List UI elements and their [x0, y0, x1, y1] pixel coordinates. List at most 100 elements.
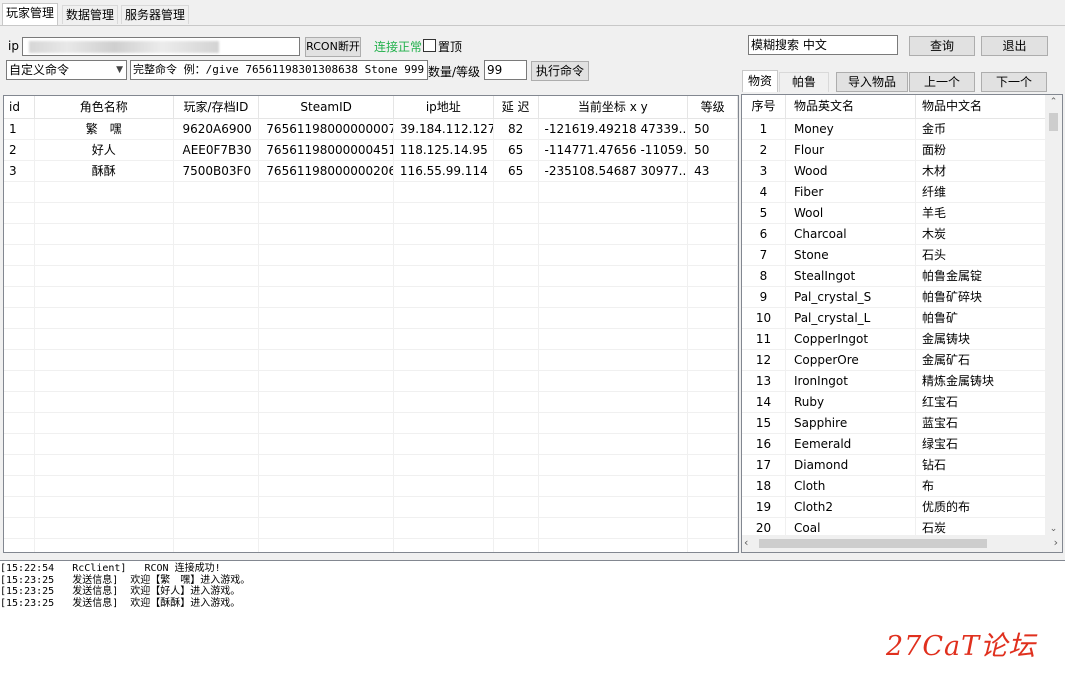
table-cell	[4, 392, 35, 412]
empty-table-row	[4, 413, 738, 434]
execute-command-button[interactable]: 执行命令	[531, 61, 589, 81]
list-item[interactable]: 11 CopperIngot 金属铸块	[742, 329, 1062, 350]
list-item[interactable]: 17 Diamond 钻石	[742, 455, 1062, 476]
scroll-down-icon[interactable]: ⌄	[1045, 522, 1062, 536]
table-cell: 3	[742, 161, 786, 181]
list-item[interactable]: 18 Cloth 布	[742, 476, 1062, 497]
empty-table-row	[4, 287, 738, 308]
col-header-index[interactable]: 序号	[742, 95, 786, 118]
quantity-level-input[interactable]: 99	[484, 60, 527, 80]
empty-table-row	[4, 329, 738, 350]
list-item[interactable]: 6 Charcoal 木炭	[742, 224, 1062, 245]
table-cell	[494, 413, 539, 433]
item-table[interactable]: 序号 物品英文名 物品中文名 1 Money 金币 2 Flour 面粉 3 Wood 木材 4 F…	[741, 94, 1063, 553]
table-cell	[4, 329, 35, 349]
table-cell	[688, 350, 738, 370]
table-cell	[259, 413, 394, 433]
list-item[interactable]: 4 Fiber 纤维	[742, 182, 1062, 203]
tab-player-management[interactable]: 玩家管理	[2, 3, 59, 25]
table-cell	[394, 476, 494, 496]
table-cell: 65	[494, 140, 539, 160]
list-item[interactable]: 19 Cloth2 优质的布	[742, 497, 1062, 518]
col-header-chinese-name[interactable]: 物品中文名	[916, 95, 1046, 118]
rcon-disconnect-button[interactable]: RCON断开	[305, 37, 361, 57]
table-cell	[394, 434, 494, 454]
empty-table-row	[4, 476, 738, 497]
table-cell	[4, 182, 35, 202]
col-header-english-name[interactable]: 物品英文名	[786, 95, 916, 118]
list-item[interactable]: 8 StealIngot 帕鲁金属锭	[742, 266, 1062, 287]
col-header-steamid[interactable]: SteamID	[259, 96, 394, 119]
table-row[interactable]: 1繁 嘿 9620A6900 76561198000000007 39.184.112…	[4, 119, 738, 140]
table-cell: Cloth2	[786, 497, 916, 517]
fuzzy-search-input[interactable]: 模糊搜索 中文	[748, 35, 898, 55]
table-cell	[259, 329, 394, 349]
list-item[interactable]: 1 Money 金币	[742, 119, 1062, 140]
list-item[interactable]: 13 IronIngot 精炼金属铸块	[742, 371, 1062, 392]
import-items-button[interactable]: 导入物品	[836, 72, 908, 92]
table-cell	[688, 245, 738, 265]
table-cell	[4, 413, 35, 433]
scroll-up-icon[interactable]: ⌃	[1045, 95, 1062, 109]
table-cell	[394, 539, 494, 552]
list-item[interactable]: 16 Eemerald 绿宝石	[742, 434, 1062, 455]
player-table[interactable]: id 角色名称 玩家/存档ID SteamID ip地址 延 迟 当前坐标 x …	[3, 95, 739, 553]
col-header-name[interactable]: 角色名称	[35, 96, 174, 119]
list-item[interactable]: 2 Flour 面粉	[742, 140, 1062, 161]
quantity-level-label: 数量/等级	[428, 65, 481, 79]
item-vertical-scrollbar[interactable]: ⌃ ⌄	[1045, 95, 1062, 536]
log-output[interactable]: [15:22:54 RcClient] RCON 连接成功! [15:23:25…	[0, 560, 1065, 683]
log-line: [15:22:54 RcClient] RCON 连接成功!	[0, 563, 221, 574]
topmost-checkbox[interactable]	[423, 39, 436, 52]
table-cell: 帕鲁金属锭	[916, 266, 1046, 286]
table-cell	[35, 518, 174, 538]
scroll-right-icon[interactable]: ›	[1054, 536, 1058, 549]
table-cell	[174, 413, 260, 433]
table-cell: Pal_crystal_S	[786, 287, 916, 307]
table-cell: 绿宝石	[916, 434, 1046, 454]
col-header-ping[interactable]: 延 迟	[494, 96, 539, 119]
table-row[interactable]: 2 好人 AEE0F7B30 76561198000000451 118.125.14.…	[4, 140, 738, 161]
tab-server-management[interactable]: 服务器管理	[121, 5, 190, 24]
full-command-input[interactable]: 完整命令 例：/give 76561198301308638 Stone 999	[130, 60, 428, 80]
table-cell	[394, 266, 494, 286]
col-header-level[interactable]: 等级	[688, 96, 738, 119]
col-header-id[interactable]: id	[4, 96, 35, 119]
next-button[interactable]: 下一个	[981, 72, 1047, 92]
tab-data-management[interactable]: 数据管理	[62, 5, 119, 24]
table-cell	[394, 518, 494, 538]
hscroll-thumb[interactable]	[759, 539, 987, 548]
list-item[interactable]: 15 Sapphire 蓝宝石	[742, 413, 1062, 434]
table-cell	[259, 350, 394, 370]
exit-button[interactable]: 退出	[981, 36, 1048, 56]
table-cell	[4, 203, 35, 223]
list-item[interactable]: 10 Pal_crystal_L 帕鲁矿	[742, 308, 1062, 329]
tab-pals[interactable]: 帕鲁	[779, 72, 829, 92]
tab-supplies[interactable]: 物资	[742, 70, 778, 92]
list-item[interactable]: 12 CopperOre 金属矿石	[742, 350, 1062, 371]
query-button[interactable]: 查询	[909, 36, 975, 56]
list-item[interactable]: 7 Stone 石头	[742, 245, 1062, 266]
list-item[interactable]: 9 Pal_crystal_S 帕鲁矿碎块	[742, 287, 1062, 308]
table-cell: 16	[742, 434, 786, 454]
table-cell	[35, 434, 174, 454]
table-row[interactable]: 3 酥酥 7500B03F0 76561198000000206 116.55.99.1…	[4, 161, 738, 182]
table-cell	[394, 350, 494, 370]
table-cell: -114771.47656 -11059....	[539, 140, 689, 160]
command-select[interactable]: 自定义命令 ▼	[6, 60, 127, 80]
table-cell	[4, 497, 35, 517]
ip-input[interactable]	[22, 37, 300, 56]
col-header-player-id[interactable]: 玩家/存档ID	[174, 96, 260, 119]
list-item[interactable]: 14 Ruby 红宝石	[742, 392, 1062, 413]
previous-button[interactable]: 上一个	[909, 72, 975, 92]
item-horizontal-scrollbar[interactable]: ‹ ›	[742, 535, 1062, 552]
col-header-ip[interactable]: ip地址	[394, 96, 494, 119]
scroll-left-icon[interactable]: ‹	[744, 536, 748, 549]
table-cell: 钻石	[916, 455, 1046, 475]
table-cell	[35, 350, 174, 370]
col-header-coords[interactable]: 当前坐标 x y	[539, 96, 689, 119]
scroll-thumb[interactable]	[1049, 113, 1058, 131]
list-item[interactable]: 3 Wood 木材	[742, 161, 1062, 182]
table-cell	[494, 245, 539, 265]
list-item[interactable]: 5 Wool 羊毛	[742, 203, 1062, 224]
